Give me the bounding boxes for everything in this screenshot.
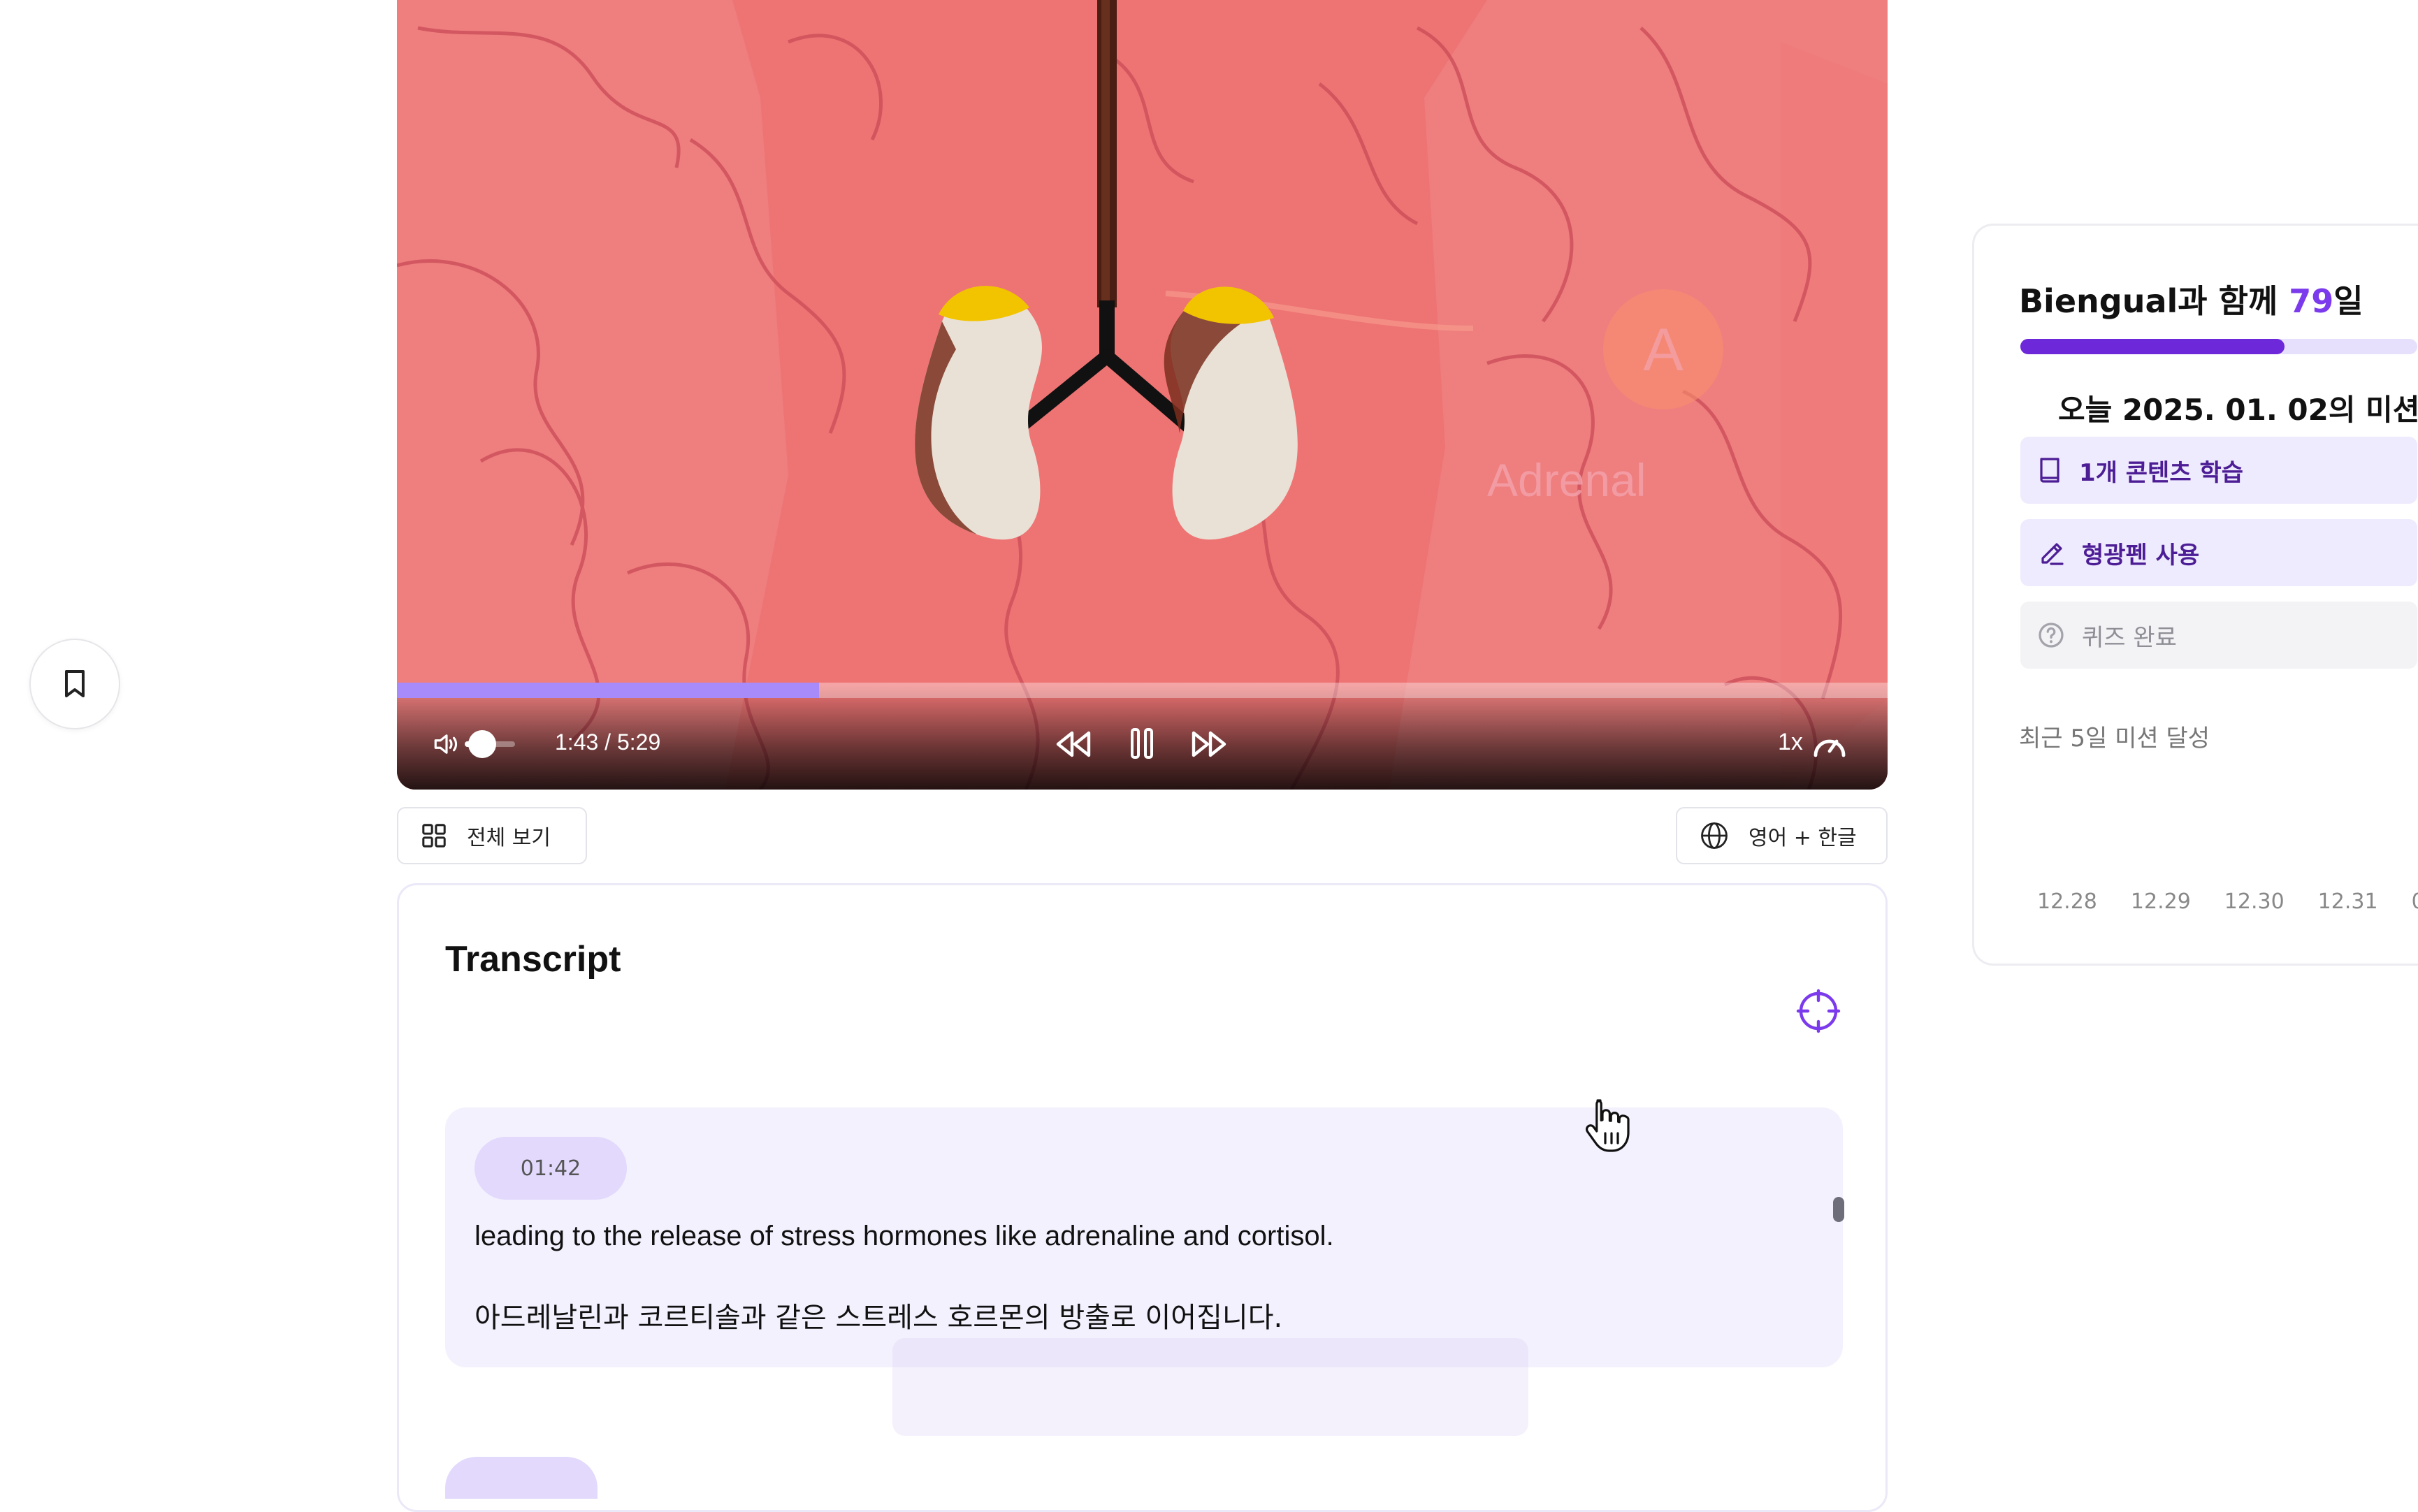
mission-task-label: 퀴즈 완료 — [2082, 623, 2177, 652]
transcript-segment[interactable]: 01:42 leading to the release of stress h… — [445, 1107, 1844, 1436]
progress-bar[interactable] — [397, 683, 1888, 698]
speed-button[interactable] — [1810, 727, 1849, 762]
video-frame: A Adrenal — [397, 0, 1888, 790]
streak-progress-fill — [2020, 339, 2285, 354]
segment-korean-text[interactable]: 아드레날린과 코르티솔과 같은 스트레스 호르몬의 방출로 이어집니다. — [475, 1295, 1282, 1335]
transcript-panel: Transcript 01:42 leading to the release … — [397, 883, 1888, 1512]
mission-task-content[interactable]: 1개 콘텐츠 학습 — [2020, 437, 2417, 504]
question-circle-icon — [2039, 623, 2064, 648]
pause-icon — [1131, 728, 1153, 759]
language-label: 영어 + 한글 — [1749, 826, 1857, 850]
view-all-label: 전체 보기 — [467, 826, 551, 850]
language-toggle-button[interactable]: 영어 + 한글 — [1676, 807, 1888, 864]
segment-timestamp[interactable]: 01:42 — [475, 1137, 627, 1200]
recent-date: 12.31 — [2317, 889, 2378, 914]
watermark-text: Adrenal — [1487, 454, 1646, 506]
mission-panel: Biengual과 함께 79일 오늘 2025. 01. 02의 미션 1개 … — [1972, 224, 2418, 966]
recent-date: 12.28 — [2037, 889, 2097, 914]
crosshair-icon — [1796, 989, 1841, 1033]
streak-progress-bar — [2020, 339, 2417, 354]
scrollbar-thumb[interactable] — [1833, 1197, 1844, 1222]
today-mission-label: 오늘 2025. 01. 02의 미션 — [2058, 393, 2418, 427]
globe-icon — [1701, 822, 1728, 849]
watermark-letter: A — [1643, 317, 1684, 384]
mission-title: Biengual과 함께 79일 — [2019, 276, 2363, 322]
highlighter-icon — [2041, 543, 2064, 565]
fast-forward-icon — [1192, 731, 1226, 757]
sync-position-button[interactable] — [1796, 989, 1841, 1036]
mission-days-count: 79 — [2289, 282, 2334, 320]
recent-date: 12.29 — [2130, 889, 2191, 914]
mission-task-highlighter[interactable]: 형광펜 사용 — [2020, 519, 2417, 586]
volume-icon — [434, 734, 458, 754]
bookmark-icon — [65, 670, 85, 697]
recent-dates-row: 12.28 12.29 12.30 12.31 01.01 — [2037, 889, 2418, 914]
playback-speed-label[interactable]: 1x — [1778, 729, 1803, 756]
view-all-button[interactable]: 전체 보기 — [397, 807, 587, 864]
transcript-title: Transcript — [445, 939, 621, 980]
mission-task-label: 1개 콘텐츠 학습 — [2079, 458, 2244, 487]
mission-title-prefix: Biengual과 함께 — [2019, 282, 2289, 320]
rewind-button[interactable] — [1054, 727, 1093, 762]
recent-date: 01.01 — [2412, 889, 2418, 914]
book-icon — [2040, 458, 2059, 483]
recent-date: 12.30 — [2224, 889, 2285, 914]
recent-missions-label: 최근 5일 미션 달성 — [2019, 725, 2210, 753]
mission-task-quiz[interactable]: 퀴즈 완료 — [2020, 602, 2417, 669]
bookmark-button[interactable] — [29, 639, 120, 729]
segment-english-text[interactable]: leading to the release of stress hormone… — [475, 1221, 1334, 1252]
mission-title-suffix: 일 — [2333, 282, 2363, 320]
grid-icon — [422, 824, 446, 848]
fast-forward-button[interactable] — [1189, 727, 1229, 762]
ghost-highlight — [892, 1338, 1528, 1436]
rewind-icon — [1056, 731, 1091, 757]
next-segment-timestamp — [445, 1457, 598, 1499]
volume-button[interactable] — [432, 729, 461, 759]
volume-knob[interactable] — [468, 730, 497, 758]
pause-button[interactable] — [1124, 725, 1160, 762]
video-player[interactable]: A Adrenal 1:43 / 5:29 1x — [397, 0, 1888, 790]
progress-fill — [397, 683, 819, 698]
time-display: 1:43 / 5:29 — [555, 729, 661, 755]
hand-cursor-icon — [1581, 1097, 1632, 1157]
speedometer-icon — [1814, 739, 1846, 757]
mission-task-label: 형광펜 사용 — [2082, 541, 2200, 569]
